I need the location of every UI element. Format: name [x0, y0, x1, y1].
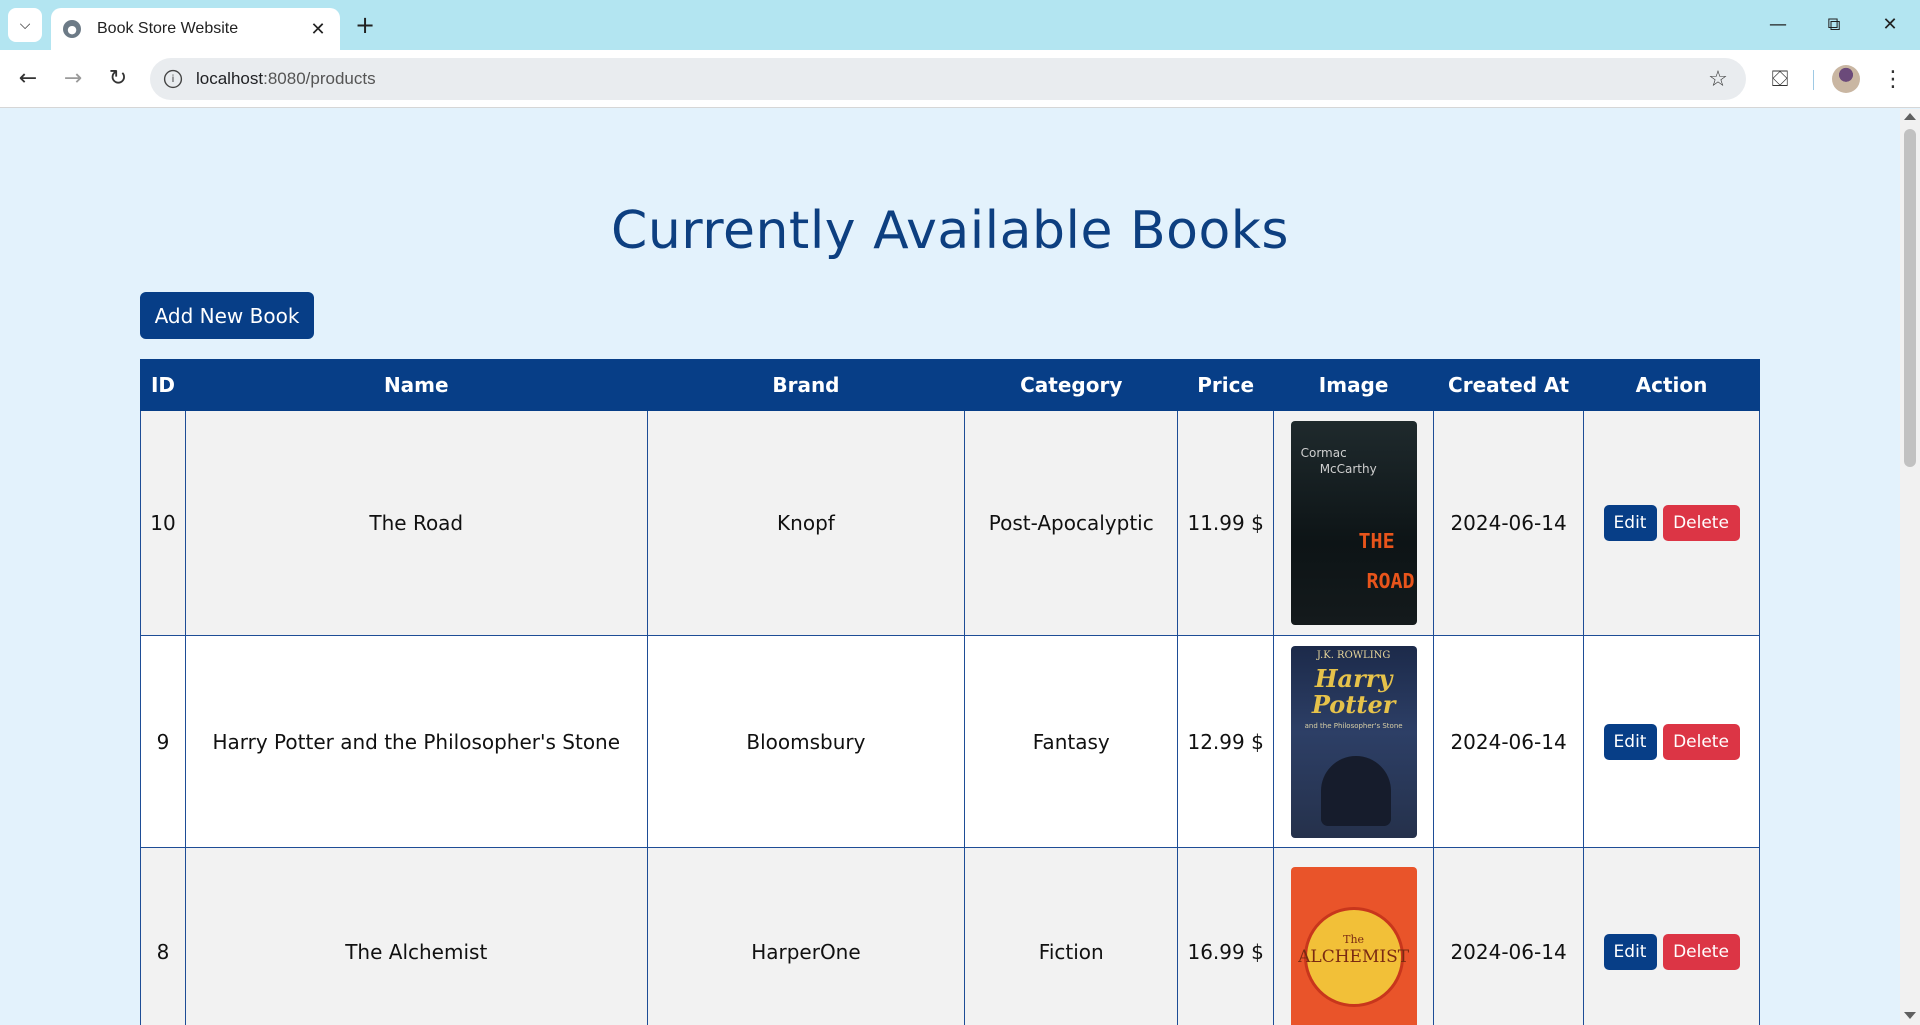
header-price: Price: [1177, 359, 1275, 411]
new-tab-plus-icon[interactable]: +: [350, 10, 380, 40]
cell-brand: HarperOne: [646, 847, 966, 1025]
globe-icon: ●: [63, 20, 81, 38]
header-image: Image: [1273, 359, 1435, 411]
cell-created-at: 2024-06-14: [1433, 847, 1585, 1025]
profile-avatar[interactable]: [1832, 65, 1860, 93]
forward-arrow-icon[interactable]: →: [55, 60, 91, 96]
header-action: Action: [1583, 359, 1760, 411]
cover-title-line2: ROAD: [1366, 569, 1415, 593]
vertical-scrollbar[interactable]: [1900, 109, 1920, 1025]
book-cover-image: J.K. ROWLING Harry Potter and the Philoso…: [1290, 645, 1417, 838]
cover-author-line2: McCarthy: [1319, 462, 1377, 476]
cell-name: Harry Potter and the Philosopher's Stone: [184, 635, 648, 848]
tab-strip: ⌵ ● Book Store Website ✕ + — ⧉ ✕: [0, 0, 1920, 50]
cell-action: Edit Delete: [1583, 847, 1760, 1025]
cover-title: Harry Potter: [1291, 663, 1417, 719]
cell-brand: Knopf: [646, 410, 966, 636]
cell-price: 16.99 $: [1177, 847, 1275, 1025]
window-close-icon[interactable]: ✕: [1862, 0, 1918, 48]
cell-name: The Road: [184, 410, 648, 636]
cover-title-line2: Potter: [1311, 689, 1396, 719]
cell-id: 10: [140, 410, 186, 636]
cell-brand: Bloomsbury: [646, 635, 966, 848]
browser-tab[interactable]: ● Book Store Website ✕: [51, 8, 340, 50]
header-brand: Brand: [646, 359, 966, 411]
cover-subtitle: and the Philosopher's Stone: [1304, 721, 1403, 730]
cell-id: 9: [140, 635, 186, 848]
header-name: Name: [184, 359, 648, 411]
table-header-row: ID Name Brand Category Price Image Creat…: [140, 359, 1760, 411]
url-path: :8080/products: [263, 69, 376, 88]
tab-title: Book Store Website: [97, 20, 239, 37]
scrollbar-thumb[interactable]: [1904, 129, 1916, 467]
delete-button[interactable]: Delete: [1662, 934, 1740, 970]
cover-title: ALCHEMIST: [1298, 947, 1410, 967]
cell-price: 12.99 $: [1177, 635, 1275, 848]
scroll-down-arrow-icon[interactable]: [1904, 1012, 1916, 1019]
reload-icon[interactable]: ↻: [100, 60, 136, 96]
cell-id: 8: [140, 847, 186, 1025]
table-row: 10 The Road Knopf Post-Apocalyptic 11.99…: [140, 410, 1760, 636]
delete-button[interactable]: Delete: [1662, 723, 1740, 760]
cover-author: J.K. ROWLING: [1316, 649, 1391, 661]
books-table: ID Name Brand Category Price Image Creat…: [140, 359, 1760, 1025]
cell-image: J.K. ROWLING Harry Potter and the Philoso…: [1273, 635, 1435, 848]
header-created-at: Created At: [1433, 359, 1585, 411]
delete-button[interactable]: Delete: [1662, 505, 1740, 541]
cover-author: Cormac McCarthy: [1301, 445, 1377, 477]
header-id: ID: [140, 359, 186, 411]
cell-price: 11.99 $: [1177, 410, 1275, 636]
cover-the: The: [1343, 933, 1365, 946]
cell-action: Edit Delete: [1583, 410, 1760, 636]
cell-name: The Alchemist: [184, 847, 648, 1025]
toolbar-divider: [1813, 70, 1814, 90]
page-viewport: Currently Available Books Add New Book I…: [0, 109, 1900, 1025]
cover-author-line1: Cormac: [1300, 446, 1347, 460]
cell-category: Fiction: [964, 847, 1179, 1025]
book-cover-image: Cormac McCarthy THE ROAD: [1290, 421, 1417, 625]
scroll-up-arrow-icon[interactable]: [1904, 113, 1916, 120]
url-host: localhost: [196, 69, 264, 88]
extensions-puzzle-icon[interactable]: ⛋: [1763, 62, 1797, 96]
close-tab-icon[interactable]: ✕: [304, 15, 332, 43]
edit-button[interactable]: Edit: [1603, 934, 1657, 970]
header-category: Category: [964, 359, 1179, 411]
tab-search-chevron-down-icon[interactable]: ⌵: [8, 8, 42, 42]
cell-created-at: 2024-06-14: [1433, 410, 1585, 636]
cell-image: The ALCHEMIST: [1273, 847, 1435, 1025]
cover-illustration: [1320, 755, 1391, 826]
add-new-book-button[interactable]: Add New Book: [140, 292, 314, 339]
browser-toolbar: ← → ↻ i localhost:8080/products ☆ ⛋ ⋮: [0, 50, 1920, 108]
bookmark-star-icon[interactable]: ☆: [1700, 61, 1736, 97]
cell-action: Edit Delete: [1583, 635, 1760, 848]
book-cover-image: The ALCHEMIST: [1290, 867, 1417, 1025]
page-title: Currently Available Books: [611, 201, 1289, 261]
table-row: 9 Harry Potter and the Philosopher's Sto…: [140, 635, 1760, 848]
back-arrow-icon[interactable]: ←: [10, 60, 46, 96]
edit-button[interactable]: Edit: [1603, 505, 1657, 541]
site-info-icon[interactable]: i: [163, 69, 183, 89]
cell-image: Cormac McCarthy THE ROAD: [1273, 410, 1435, 636]
cover-title-line1: THE: [1358, 529, 1395, 553]
minimize-icon[interactable]: —: [1750, 0, 1806, 48]
address-bar[interactable]: i localhost:8080/products ☆: [150, 58, 1746, 100]
cover-title-line1: Harry: [1314, 663, 1393, 693]
url-text[interactable]: localhost:8080/products: [196, 69, 1700, 89]
edit-button[interactable]: Edit: [1603, 723, 1657, 760]
cell-created-at: 2024-06-14: [1433, 635, 1585, 848]
restore-icon[interactable]: ⧉: [1806, 0, 1862, 48]
more-menu-icon[interactable]: ⋮: [1876, 62, 1910, 96]
cell-category: Fantasy: [964, 635, 1179, 848]
cell-category: Post-Apocalyptic: [964, 410, 1179, 636]
table-row: 8 The Alchemist HarperOne Fiction 16.99 …: [140, 847, 1760, 1025]
